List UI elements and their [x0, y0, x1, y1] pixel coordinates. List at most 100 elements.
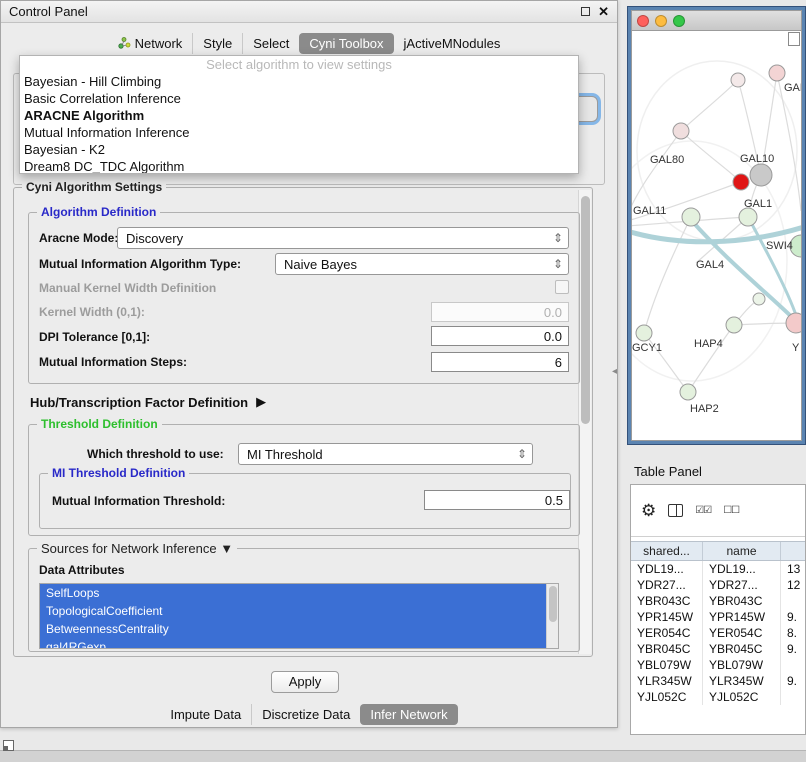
svg-text:GAL11: GAL11 [633, 205, 666, 217]
table-rows: YDL19...YDL19...13 YDR27...YDR27...12 YB… [631, 561, 806, 705]
network-graph: GAL80 GAL10 GAL1 GAL11 SWI4 GAL4 GCY1 HA… [632, 31, 801, 441]
kernel-width-input[interactable] [431, 302, 569, 322]
manual-kernel-checkbox[interactable] [555, 280, 569, 294]
table-row[interactable]: YDR27...YDR27...12 [631, 577, 806, 593]
select-all-columns-icon[interactable]: ☑☑ [695, 505, 711, 516]
table-row[interactable]: YPR145WYPR145W9. [631, 609, 806, 625]
svg-text:Y: Y [792, 342, 800, 354]
mi-algorithm-type-select[interactable]: Naive Bayes ⇕ [275, 253, 569, 275]
panel-splitter-handle[interactable]: ◂ [612, 364, 622, 380]
table-panel-window: ⚙ ☑☑ ☐☐ shared... name YDL19...YDL19...1… [630, 484, 806, 735]
list-scrollbar[interactable] [546, 584, 558, 648]
table-row[interactable]: YDL19...YDL19...13 [631, 561, 806, 577]
tab-impute-data[interactable]: Impute Data [160, 704, 251, 725]
dropdown-placeholder: Select algorithm to view settings [20, 56, 578, 73]
apply-button[interactable]: Apply [271, 671, 339, 693]
hub-definition-label: Hub/Transcription Factor Definition [30, 395, 248, 410]
which-threshold-select[interactable]: MI Threshold ⇕ [238, 443, 533, 465]
tab-style[interactable]: Style [192, 33, 242, 54]
list-scrollbar-thumb[interactable] [549, 586, 557, 622]
list-item[interactable]: BetweennessCentrality [40, 620, 558, 638]
table-row[interactable]: YJL052CYJL052C [631, 689, 806, 705]
algorithm-dropdown-popup: Select algorithm to view settings Bayesi… [19, 55, 579, 174]
column-header-shared-name[interactable]: shared... [631, 542, 703, 560]
hub-definition-toggle[interactable]: Hub/Transcription Factor Definition ▶ [30, 394, 266, 410]
svg-text:SWI4: SWI4 [766, 240, 793, 252]
aracne-mode-select[interactable]: Discovery ⇕ [117, 227, 569, 249]
node-gcy1[interactable] [636, 325, 652, 341]
tab-infer-network[interactable]: Infer Network [360, 704, 457, 725]
dropdown-item[interactable]: Bayesian - Hill Climbing [20, 73, 578, 90]
mi-steps-input[interactable] [431, 352, 569, 372]
node-gal10[interactable] [750, 164, 772, 186]
dropdown-item-selected[interactable]: ARACNE Algorithm [20, 107, 578, 124]
dropdown-item[interactable]: Dream8 DC_TDC Algorithm [20, 158, 578, 174]
node-pink[interactable] [786, 313, 801, 333]
mi-type-label: Mutual Information Algorithm Type: [39, 257, 241, 271]
table-row[interactable]: YBR045CYBR045C9. [631, 641, 806, 657]
mi-threshold-input[interactable] [424, 490, 570, 510]
sources-group-title[interactable]: Sources for Network Inference ▼ [37, 541, 237, 556]
close-window-icon[interactable]: ✕ [598, 5, 609, 18]
svg-text:HAP2: HAP2 [690, 403, 719, 415]
node-gal1[interactable] [739, 208, 757, 226]
network-canvas[interactable]: GAL80 GAL10 GAL1 GAL11 SWI4 GAL4 GCY1 HA… [631, 30, 802, 441]
list-item[interactable]: TopologicalCoefficient [40, 602, 558, 620]
zoom-traffic-light-icon[interactable] [673, 15, 685, 27]
birdseye-toggle[interactable] [788, 32, 800, 46]
table-row[interactable]: YBR043CYBR043C [631, 593, 806, 609]
combo-arrows-icon: ⇕ [553, 257, 563, 271]
tab-jactivemnodules[interactable]: jActiveMNodules [394, 33, 511, 54]
tab-discretize-data[interactable]: Discretize Data [251, 704, 360, 725]
close-traffic-light-icon[interactable] [637, 15, 649, 27]
collapse-down-icon: ▼ [220, 541, 233, 556]
svg-text:HAP4: HAP4 [694, 338, 723, 350]
node-hap4[interactable] [726, 317, 742, 333]
svg-text:GCY1: GCY1 [632, 342, 662, 354]
mi-steps-label: Mutual Information Steps: [39, 355, 187, 369]
control-panel-tabs: Network Style Select Cyni Toolbox jActiv… [1, 31, 617, 55]
columns-icon[interactable] [668, 504, 683, 517]
node-gal4[interactable] [682, 208, 700, 226]
data-attributes-list: SelfLoops TopologicalCoefficient Between… [39, 583, 559, 649]
algorithm-definition-group: Algorithm Definition Aracne Mode: Discov… [28, 212, 580, 384]
dropdown-item[interactable]: Mutual Information Inference [20, 124, 578, 141]
node[interactable] [731, 73, 745, 87]
svg-text:GAL4: GAL4 [696, 259, 724, 271]
table-row[interactable]: YLR345WYLR345W9. [631, 673, 806, 689]
gear-icon[interactable]: ⚙ [641, 502, 656, 519]
list-item[interactable]: SelfLoops [40, 584, 558, 602]
mi-threshold-definition-title: MI Threshold Definition [48, 466, 189, 480]
dpi-tolerance-input[interactable] [431, 326, 569, 346]
sources-group: Sources for Network Inference ▼ Data Att… [28, 548, 580, 652]
settings-scrollbar-thumb[interactable] [581, 196, 590, 424]
svg-text:GAL80: GAL80 [650, 154, 684, 166]
deselect-all-columns-icon[interactable]: ☐☐ [723, 505, 739, 516]
column-header-partial[interactable] [781, 542, 806, 560]
table-row[interactable]: YER054CYER054C8. [631, 625, 806, 641]
tab-network-label: Network [135, 36, 183, 51]
float-window-icon[interactable] [581, 7, 590, 16]
panel-toggle-icon[interactable] [3, 740, 14, 751]
dropdown-item[interactable]: Basic Correlation Inference [20, 90, 578, 107]
node[interactable] [753, 293, 765, 305]
manual-kernel-label: Manual Kernel Width Definition [39, 281, 216, 295]
tab-network[interactable]: Network [108, 33, 193, 54]
column-header-name[interactable]: name [703, 542, 781, 560]
bottom-tabs: Impute Data Discretize Data Infer Networ… [1, 703, 617, 725]
minimize-traffic-light-icon[interactable] [655, 15, 667, 27]
table-row[interactable]: YBL079WYBL079W [631, 657, 806, 673]
dropdown-item[interactable]: Bayesian - K2 [20, 141, 578, 158]
tab-cyni-toolbox[interactable]: Cyni Toolbox [299, 33, 393, 54]
status-bar [0, 750, 806, 762]
threshold-definition-group: Threshold Definition Which threshold to … [28, 424, 580, 536]
node-gal80[interactable] [673, 123, 689, 139]
control-panel-window: Control Panel ✕ Network Style Select Cyn… [0, 0, 618, 728]
tab-select[interactable]: Select [242, 33, 299, 54]
settings-group-title: Cyni Algorithm Settings [22, 180, 166, 194]
list-item[interactable]: gal4RGexp [40, 638, 558, 649]
network-highlight-edges [632, 217, 801, 329]
node-red[interactable] [733, 174, 749, 190]
node-gal[interactable] [769, 65, 785, 81]
node-hap2[interactable] [680, 384, 696, 400]
